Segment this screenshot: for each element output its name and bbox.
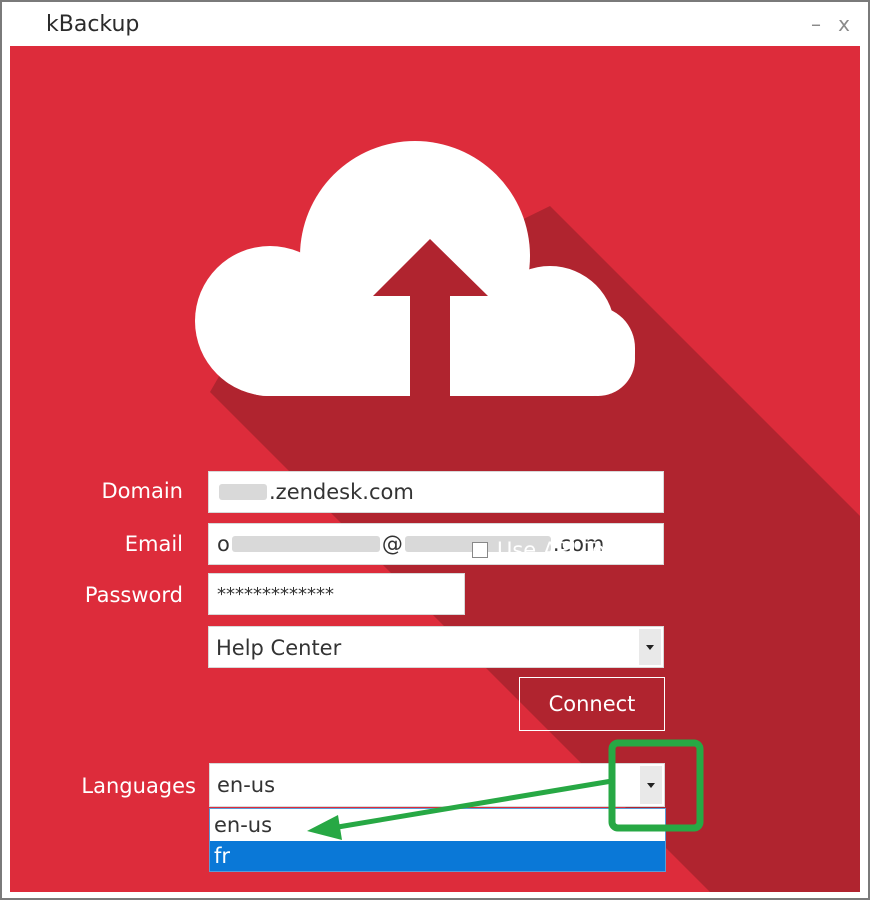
mode-select[interactable]: Help Center (208, 626, 664, 668)
language-option-fr[interactable]: fr (210, 841, 665, 871)
chevron-down-icon[interactable] (640, 766, 662, 804)
api-token-label: Use API Token (497, 538, 643, 562)
languages-value: en-us (217, 773, 276, 797)
mode-value: Help Center (216, 636, 342, 660)
close-button[interactable]: x (833, 12, 855, 36)
domain-value: .zendesk.com (269, 480, 414, 504)
domain-field[interactable]: .zendesk.com (208, 471, 664, 513)
app-window: kBackup – x Domain .zendesk.com Email o … (0, 0, 870, 900)
languages-dropdown-list: en-us fr (209, 808, 666, 872)
email-at: @ (381, 532, 403, 556)
title-bar: kBackup – x (2, 2, 868, 46)
password-field[interactable]: ************* (208, 573, 465, 615)
use-api-token[interactable]: Use API Token (472, 538, 643, 562)
redacted-text (231, 536, 380, 552)
chevron-down-icon[interactable] (639, 629, 661, 665)
password-label: Password (84, 583, 183, 607)
languages-select[interactable]: en-us (209, 763, 665, 807)
email-prefix: o (217, 532, 230, 556)
languages-label: Languages (81, 774, 196, 798)
domain-label: Domain (101, 479, 184, 503)
password-value: ************* (217, 583, 334, 605)
api-token-checkbox[interactable] (472, 542, 488, 558)
window-title: kBackup (46, 12, 140, 37)
redacted-text (219, 484, 267, 500)
language-option-en-us[interactable]: en-us (210, 810, 665, 840)
minimize-button[interactable]: – (805, 12, 827, 36)
email-label: Email (124, 532, 183, 556)
connect-button[interactable]: Connect (519, 677, 665, 731)
